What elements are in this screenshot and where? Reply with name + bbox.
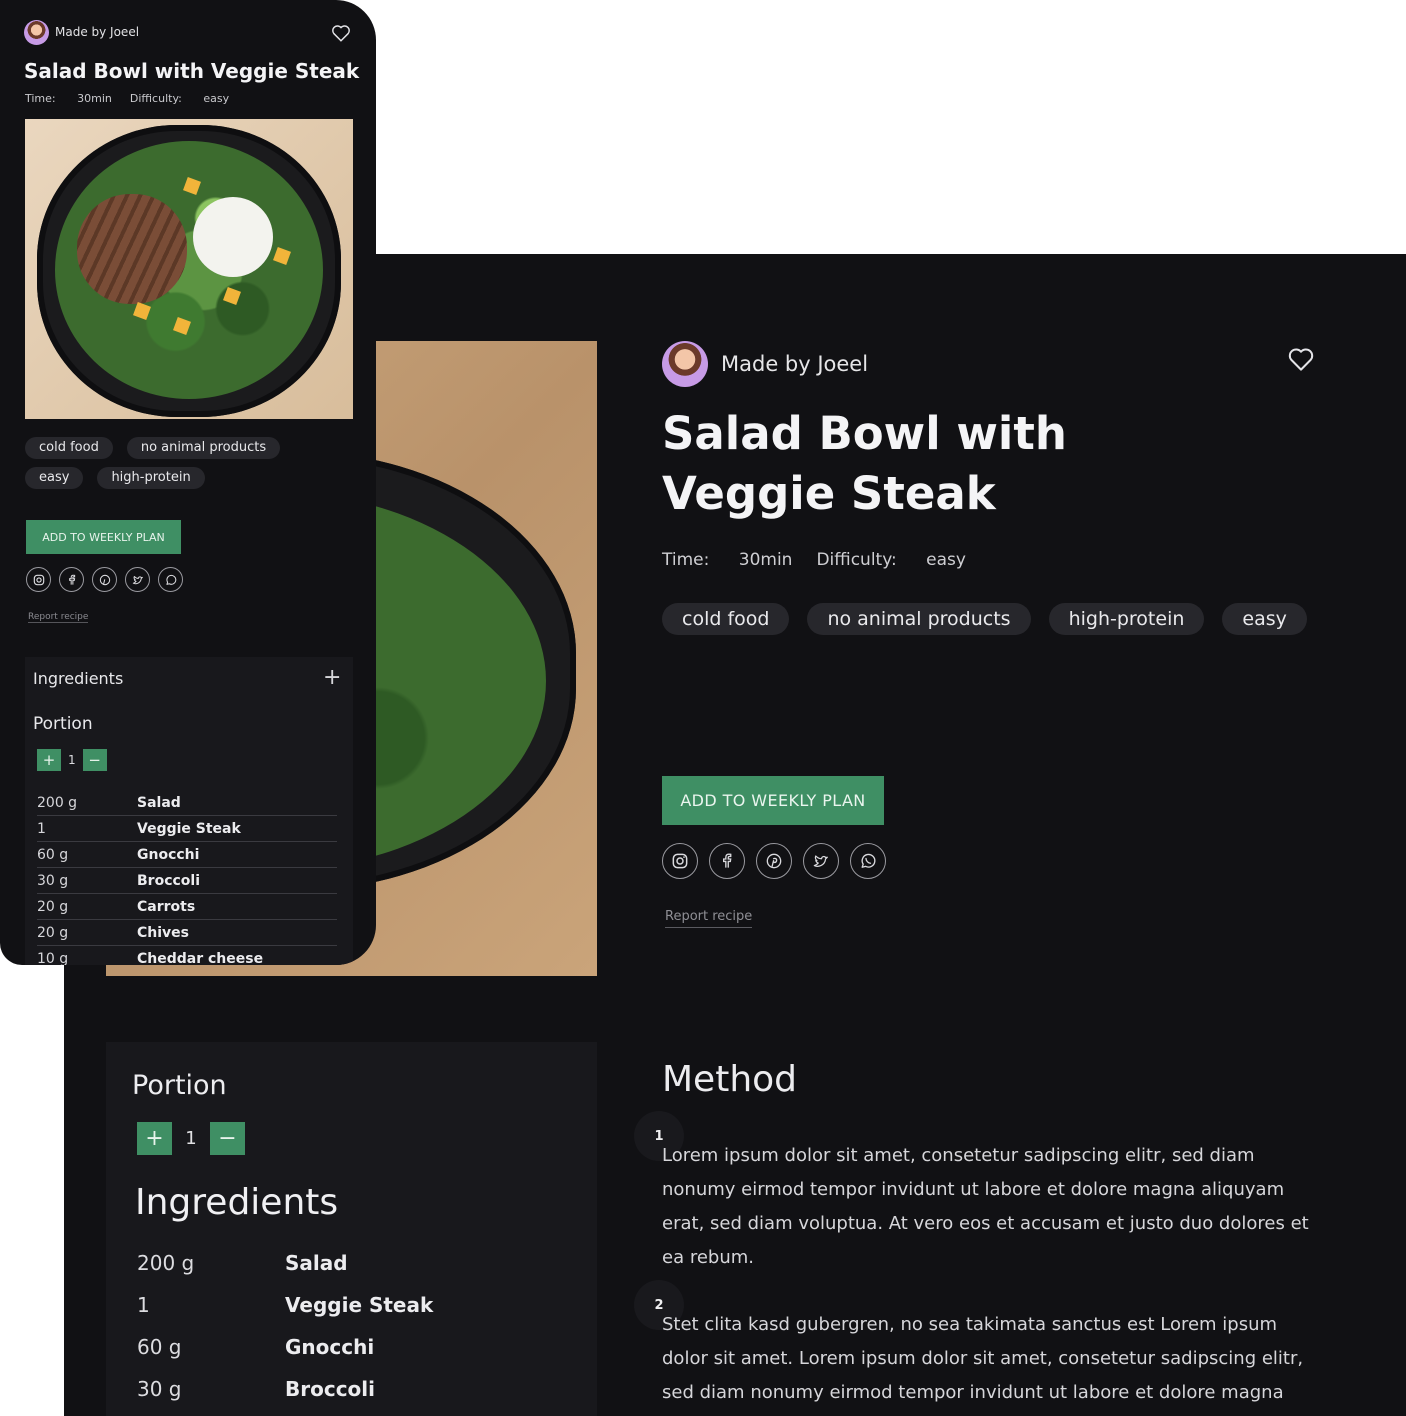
portion-stepper: + 1 − — [137, 1122, 245, 1155]
twitter-icon[interactable] — [803, 843, 839, 879]
tag[interactable]: cold food — [25, 437, 113, 459]
ingredient-name: Broccoli — [285, 1377, 376, 1401]
ingredient-amount: 20 g — [37, 924, 69, 941]
ingredient-list: 200 g Salad 1 Veggie Steak 60 g Gnocchi 30 … — [137, 1242, 557, 1410]
ingredients-panel: Ingredients + Portion + 1 − 200 g Salad 1… — [25, 657, 353, 965]
tag[interactable]: no animal products — [126, 437, 281, 459]
instagram-icon[interactable] — [662, 843, 698, 879]
whatsapp-icon[interactable] — [850, 843, 886, 879]
ingredient-name: Gnocchi — [285, 1335, 375, 1359]
ingredient-name: Salad — [137, 794, 181, 811]
recipe-meta: Time: 30min Difficulty: easy — [25, 92, 229, 105]
author-name[interactable]: Made by Joeel — [721, 352, 868, 376]
portion-label: Portion — [132, 1070, 227, 1101]
twitter-icon[interactable] — [125, 567, 150, 592]
pinterest-icon[interactable] — [756, 843, 792, 879]
ingredient-amount: 20 g — [37, 898, 69, 915]
ingredient-name: Salad — [285, 1251, 348, 1275]
ingredient-amount: 10 g — [37, 950, 69, 966]
tag-list: cold food no animal products high-protei… — [662, 603, 1307, 635]
time-info: Time: 30min — [25, 92, 112, 105]
step-text: Lorem ipsum dolor sit amet, consetetur s… — [662, 1145, 1309, 1268]
mobile-view: Made by Joeel Salad Bowl with Veggie Ste… — [0, 0, 376, 965]
method-step: 1 Lorem ipsum dolor sit amet, consetetur… — [634, 1111, 1322, 1275]
portion-label: Portion — [33, 714, 93, 734]
whatsapp-icon[interactable] — [158, 567, 183, 592]
report-recipe-link[interactable]: Report recipe — [665, 909, 753, 928]
ingredient-amount: 1 — [37, 820, 46, 837]
recipe-meta: Time: 30min Difficulty: easy — [662, 550, 966, 570]
portion-value: 1 — [185, 1128, 197, 1149]
ingredient-amount: 200 g — [37, 794, 78, 811]
tag[interactable]: high-protein — [1048, 603, 1205, 635]
ingredient-name: Gnocchi — [137, 846, 200, 863]
ingredients-title: Ingredients — [135, 1182, 339, 1223]
method-step: 2 Stet clita kasd gubergren, no sea taki… — [634, 1280, 1322, 1410]
ingredient-row: 60 g Gnocchi — [137, 1326, 557, 1368]
ingredients-title: Ingredients — [33, 669, 124, 688]
ingredient-row: 20 g Chives — [37, 920, 337, 946]
add-to-weekly-plan-button[interactable]: ADD TO WEEKLY PLAN — [26, 520, 181, 554]
tag[interactable]: easy — [1222, 603, 1307, 635]
portion-decrease-button[interactable]: − — [210, 1122, 245, 1155]
ingredient-row: 60 g Gnocchi — [37, 842, 337, 868]
ingredient-row: 30 g Broccoli — [37, 868, 337, 894]
ingredient-row: 10 g Cheddar cheese — [37, 946, 337, 966]
tag[interactable]: cold food — [662, 603, 790, 635]
report-recipe-link[interactable]: Report recipe — [28, 612, 89, 623]
ingredient-row: 1 Veggie Steak — [137, 1284, 557, 1326]
tag-list: cold food no animal products easy high-p… — [25, 437, 325, 489]
ingredient-row: 200 g Salad — [137, 1242, 557, 1284]
author-avatar[interactable] — [662, 341, 708, 387]
facebook-icon[interactable] — [709, 843, 745, 879]
difficulty-info: Difficulty: easy — [129, 92, 230, 105]
ingredient-amount: 1 — [137, 1293, 150, 1317]
ingredient-row: 1 Veggie Steak — [37, 816, 337, 842]
ingredient-amount: 60 g — [137, 1335, 182, 1359]
expand-ingredients-icon[interactable]: + — [323, 667, 341, 689]
difficulty-info: Difficulty: easy — [816, 550, 966, 570]
recipe-title: Salad Bowl with Veggie Steak — [662, 407, 1067, 520]
method-title: Method — [662, 1059, 798, 1100]
ingredient-amount: 60 g — [37, 846, 69, 863]
tag[interactable]: no animal products — [807, 603, 1031, 635]
facebook-icon[interactable] — [59, 567, 84, 592]
ingredient-amount: 30 g — [37, 872, 69, 889]
ingredient-amount: 30 g — [137, 1377, 182, 1401]
step-text: Stet clita kasd gubergren, no sea takima… — [662, 1314, 1304, 1403]
ingredient-row: 20 g Carrots — [37, 894, 337, 920]
ingredient-amount: 200 g — [137, 1251, 195, 1275]
ingredients-panel: Portion + 1 − Ingredients 200 g Salad 1 Ve… — [106, 1042, 597, 1416]
author-name[interactable]: Made by Joeel — [55, 25, 139, 39]
ingredient-name: Veggie Steak — [137, 820, 241, 837]
ingredient-row: 30 g Broccoli — [137, 1368, 557, 1410]
portion-stepper: + 1 − — [37, 749, 107, 771]
portion-value: 1 — [68, 753, 76, 767]
portion-increase-button[interactable]: + — [137, 1122, 172, 1155]
social-share-bar — [662, 843, 886, 879]
author-avatar[interactable] — [24, 20, 49, 45]
time-info: Time: 30min — [662, 550, 793, 570]
instagram-icon[interactable] — [26, 567, 51, 592]
heart-icon[interactable] — [330, 22, 352, 44]
ingredient-name: Carrots — [137, 898, 196, 915]
portion-increase-button[interactable]: + — [37, 749, 61, 771]
ingredient-name: Veggie Steak — [285, 1293, 434, 1317]
ingredient-list: 200 g Salad 1 Veggie Steak 60 g Gnocchi 30 … — [37, 790, 337, 965]
social-share-bar — [26, 567, 183, 592]
recipe-photo — [25, 119, 353, 419]
portion-decrease-button[interactable]: − — [82, 749, 107, 771]
ingredient-name: Chives — [137, 924, 189, 941]
recipe-title: Salad Bowl with Veggie Steak — [24, 59, 360, 83]
tag[interactable]: easy — [25, 467, 84, 489]
tag[interactable]: high-protein — [97, 467, 205, 489]
pinterest-icon[interactable] — [92, 567, 117, 592]
ingredient-name: Broccoli — [137, 872, 201, 889]
ingredient-name: Cheddar cheese — [137, 950, 264, 966]
heart-icon[interactable] — [1286, 344, 1316, 374]
ingredient-row: 200 g Salad — [37, 790, 337, 816]
add-to-weekly-plan-button[interactable]: ADD TO WEEKLY PLAN — [662, 776, 884, 825]
